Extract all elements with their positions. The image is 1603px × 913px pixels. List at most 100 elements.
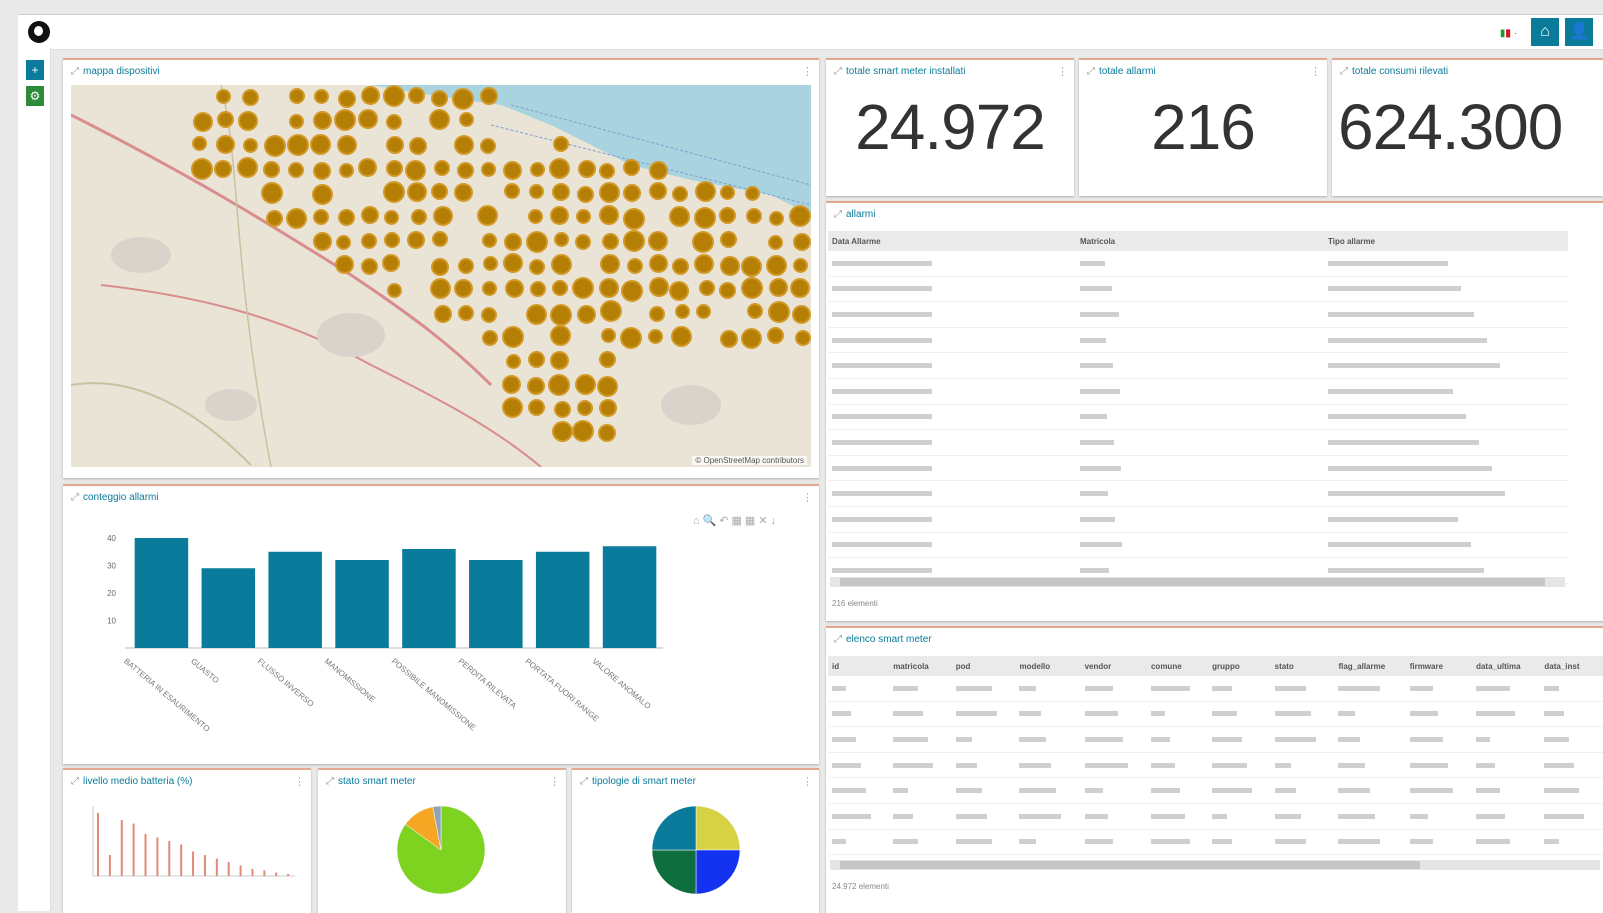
device-cluster-marker[interactable] (190, 157, 213, 180)
column-header[interactable]: flag_allarme (1334, 656, 1406, 676)
device-cluster-marker[interactable] (191, 136, 207, 152)
device-cluster-marker[interactable] (262, 160, 280, 178)
device-cluster-marker[interactable] (286, 208, 308, 230)
device-cluster-marker[interactable] (337, 208, 355, 226)
table-row[interactable] (828, 378, 1568, 405)
device-cluster-marker[interactable] (647, 230, 668, 251)
device-cluster-marker[interactable] (549, 350, 569, 370)
device-cluster-marker[interactable] (551, 421, 573, 443)
column-header[interactable]: Data Allarme (828, 231, 1076, 251)
device-cluster-marker[interactable] (458, 112, 474, 128)
device-cluster-marker[interactable] (336, 135, 357, 156)
device-cluster-marker[interactable] (768, 211, 784, 227)
table-row[interactable] (828, 327, 1568, 354)
column-header[interactable]: data_ultima (1472, 656, 1541, 676)
device-cluster-marker[interactable] (360, 206, 379, 225)
device-cluster-marker[interactable] (648, 253, 668, 273)
device-cluster-marker[interactable] (406, 230, 425, 249)
table-row[interactable] (828, 506, 1568, 533)
device-cluster-marker[interactable] (288, 113, 304, 129)
device-cluster-marker[interactable] (360, 257, 378, 275)
device-cluster-marker[interactable] (792, 258, 808, 274)
plus-icon[interactable]: + (26, 60, 44, 80)
device-cluster-marker[interactable] (693, 253, 714, 274)
device-cluster-marker[interactable] (626, 257, 643, 274)
device-cluster-marker[interactable] (334, 255, 354, 275)
device-cluster-marker[interactable] (287, 161, 304, 178)
expand-icon[interactable]: ⤢ (71, 66, 79, 77)
column-header[interactable]: comune (1146, 656, 1209, 676)
device-cluster-marker[interactable] (526, 376, 545, 395)
device-cluster-marker[interactable] (360, 232, 377, 249)
table-row[interactable] (828, 429, 1568, 456)
column-header[interactable]: pod (951, 656, 1016, 676)
device-cluster-marker[interactable] (576, 304, 596, 324)
device-cluster-marker[interactable] (501, 375, 521, 395)
device-cluster-marker[interactable] (382, 85, 405, 108)
table-row[interactable] (828, 480, 1568, 507)
device-cluster-marker[interactable] (458, 304, 475, 321)
table-row[interactable] (828, 251, 1568, 277)
device-cluster-marker[interactable] (432, 205, 453, 226)
table-row[interactable] (828, 803, 1603, 830)
device-cluster-marker[interactable] (525, 303, 547, 325)
device-cluster-marker[interactable] (453, 182, 473, 202)
device-cluster-marker[interactable] (599, 162, 616, 179)
device-cluster-marker[interactable] (501, 396, 523, 418)
device-cluster-marker[interactable] (527, 351, 545, 369)
device-cluster-marker[interactable] (528, 208, 544, 224)
device-cluster-marker[interactable] (479, 137, 496, 154)
device-cluster-marker[interactable] (719, 256, 740, 277)
bar[interactable] (201, 568, 256, 648)
device-cluster-marker[interactable] (575, 233, 592, 250)
device-cluster-marker[interactable] (333, 108, 356, 131)
pie-slice[interactable] (695, 805, 741, 851)
globe-logo-icon[interactable] (28, 21, 50, 43)
device-cluster-marker[interactable] (528, 258, 545, 275)
table-row[interactable] (828, 701, 1603, 728)
device-cluster-marker[interactable] (740, 327, 762, 349)
bar[interactable] (335, 560, 389, 648)
device-cluster-marker[interactable] (577, 159, 596, 178)
device-cluster-marker[interactable] (480, 161, 496, 177)
expand-icon[interactable]: ⤢ (834, 66, 842, 77)
device-cluster-marker[interactable] (480, 306, 497, 323)
device-cluster-marker[interactable] (433, 160, 450, 177)
bar[interactable] (402, 549, 456, 648)
device-cluster-marker[interactable] (622, 207, 645, 230)
device-cluster-marker[interactable] (528, 183, 544, 199)
column-header[interactable]: data_inst (1540, 656, 1603, 676)
device-cluster-marker[interactable] (430, 257, 449, 276)
device-cluster-marker[interactable] (312, 161, 331, 180)
bar[interactable] (469, 560, 523, 648)
map-attribution[interactable]: © OpenStreetMap contributors (692, 456, 807, 465)
device-cluster-marker[interactable] (431, 89, 449, 107)
device-cluster-marker[interactable] (719, 230, 737, 248)
device-cluster-marker[interactable] (358, 109, 379, 130)
device-cluster-marker[interactable] (382, 181, 405, 204)
device-cluster-marker[interactable] (385, 136, 404, 155)
device-cluster-marker[interactable] (769, 277, 789, 297)
column-header[interactable]: firmware (1405, 656, 1473, 676)
device-cluster-marker[interactable] (598, 277, 619, 298)
device-cluster-marker[interactable] (598, 205, 619, 226)
device-cluster-marker[interactable] (746, 303, 763, 320)
pie-slice[interactable] (695, 849, 741, 895)
table-row[interactable] (828, 455, 1568, 482)
widget-menu-icon[interactable]: ⋮ (1057, 65, 1068, 78)
device-cluster-marker[interactable] (572, 276, 595, 299)
device-cluster-marker[interactable] (242, 88, 259, 106)
device-cluster-marker[interactable] (526, 230, 548, 253)
device-cluster-marker[interactable] (430, 183, 448, 201)
device-cluster-marker[interactable] (671, 257, 689, 275)
device-cluster-marker[interactable] (430, 277, 452, 299)
device-cluster-marker[interactable] (550, 303, 573, 326)
device-map[interactable]: © OpenStreetMap contributors (71, 85, 811, 467)
pie-slice[interactable] (651, 849, 697, 895)
device-cluster-marker[interactable] (428, 108, 450, 130)
device-cluster-marker[interactable] (550, 254, 572, 276)
horizontal-scrollbar[interactable] (830, 577, 1565, 587)
device-cluster-marker[interactable] (669, 280, 690, 301)
horizontal-scrollbar[interactable] (830, 860, 1600, 870)
table-row[interactable] (828, 276, 1568, 303)
